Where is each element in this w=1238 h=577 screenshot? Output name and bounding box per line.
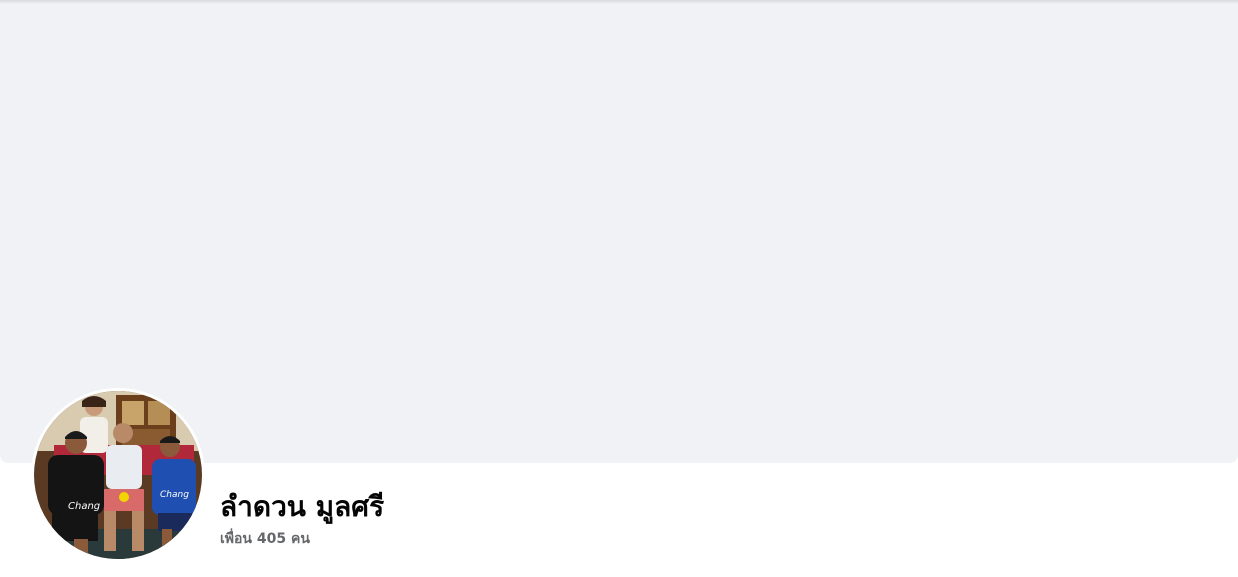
svg-text:Chang: Chang (160, 490, 189, 500)
profile-name: ลำดวน มูลศรี (220, 490, 385, 523)
top-nav-shadow (0, 0, 1238, 4)
profile-photo-image: Chang Chang (34, 391, 202, 559)
friends-count-link[interactable]: เพื่อน 405 คน (220, 529, 310, 549)
profile-picture[interactable]: Chang Chang (31, 388, 205, 562)
svg-text:Chang: Chang (68, 501, 100, 512)
